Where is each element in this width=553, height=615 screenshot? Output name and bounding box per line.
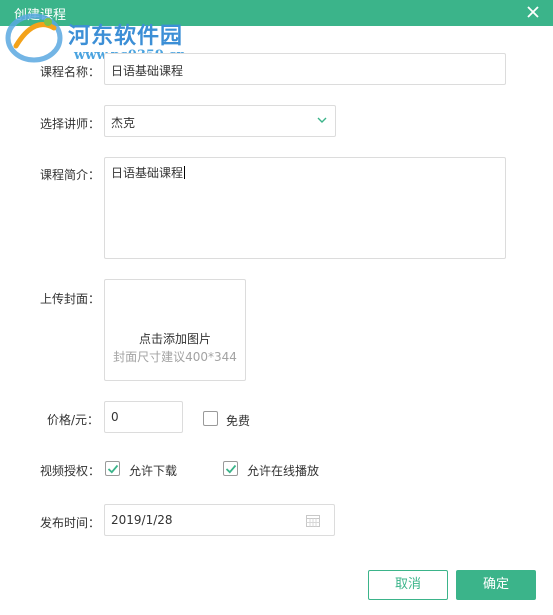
free-checkbox-label: 免费: [226, 414, 251, 428]
create-course-dialog: 创建课程 河东软件园 www.pc0359.cn 课程名称： 日语基础课程 选择…: [0, 0, 553, 615]
course-name-value: 日语基础课程: [111, 64, 184, 78]
lecturer-select[interactable]: 杰克: [104, 105, 336, 137]
allow-download-checkbox[interactable]: [105, 461, 120, 476]
dialog-titlebar: 创建课程: [0, 0, 553, 26]
lecturer-value: 杰克: [111, 116, 136, 130]
allow-online-checkbox[interactable]: [223, 461, 238, 476]
intro-value: 日语基础课程: [111, 166, 184, 180]
checkmark-icon: [107, 464, 119, 474]
chevron-down-icon: [317, 117, 327, 123]
price-label: 价格/元：: [47, 413, 100, 427]
cover-upload-area[interactable]: 点击添加图片 封面尺寸建议400*344: [104, 279, 246, 381]
cover-label: 上传封面：: [40, 292, 101, 306]
course-name-input[interactable]: 日语基础课程: [104, 53, 506, 85]
lecturer-label: 选择讲师：: [40, 117, 101, 131]
intro-label: 课程简介：: [40, 168, 101, 182]
cancel-button[interactable]: 取消: [368, 570, 448, 600]
cover-upload-action: 点击添加图片: [138, 332, 211, 346]
price-value: 0: [111, 410, 119, 424]
allow-online-label: 允许在线播放: [247, 464, 320, 478]
price-input[interactable]: 0: [104, 401, 183, 433]
free-checkbox[interactable]: [203, 411, 218, 426]
checkmark-icon: [225, 464, 237, 474]
intro-textarea[interactable]: 日语基础课程: [104, 157, 506, 259]
publish-time-label: 发布时间：: [40, 516, 101, 530]
close-icon[interactable]: [523, 2, 543, 22]
course-name-label: 课程名称：: [40, 65, 101, 79]
dialog-title: 创建课程: [14, 8, 67, 23]
text-caret: [184, 166, 186, 179]
publish-time-input[interactable]: 2019/1/28: [104, 504, 335, 536]
allow-download-label: 允许下载: [129, 464, 178, 478]
cover-upload-hint: 封面尺寸建议400*344: [113, 350, 237, 364]
publish-time-value: 2019/1/28: [111, 513, 173, 527]
video-auth-label: 视频授权：: [40, 464, 101, 478]
calendar-icon[interactable]: [306, 514, 320, 527]
confirm-button[interactable]: 确定: [456, 570, 536, 600]
